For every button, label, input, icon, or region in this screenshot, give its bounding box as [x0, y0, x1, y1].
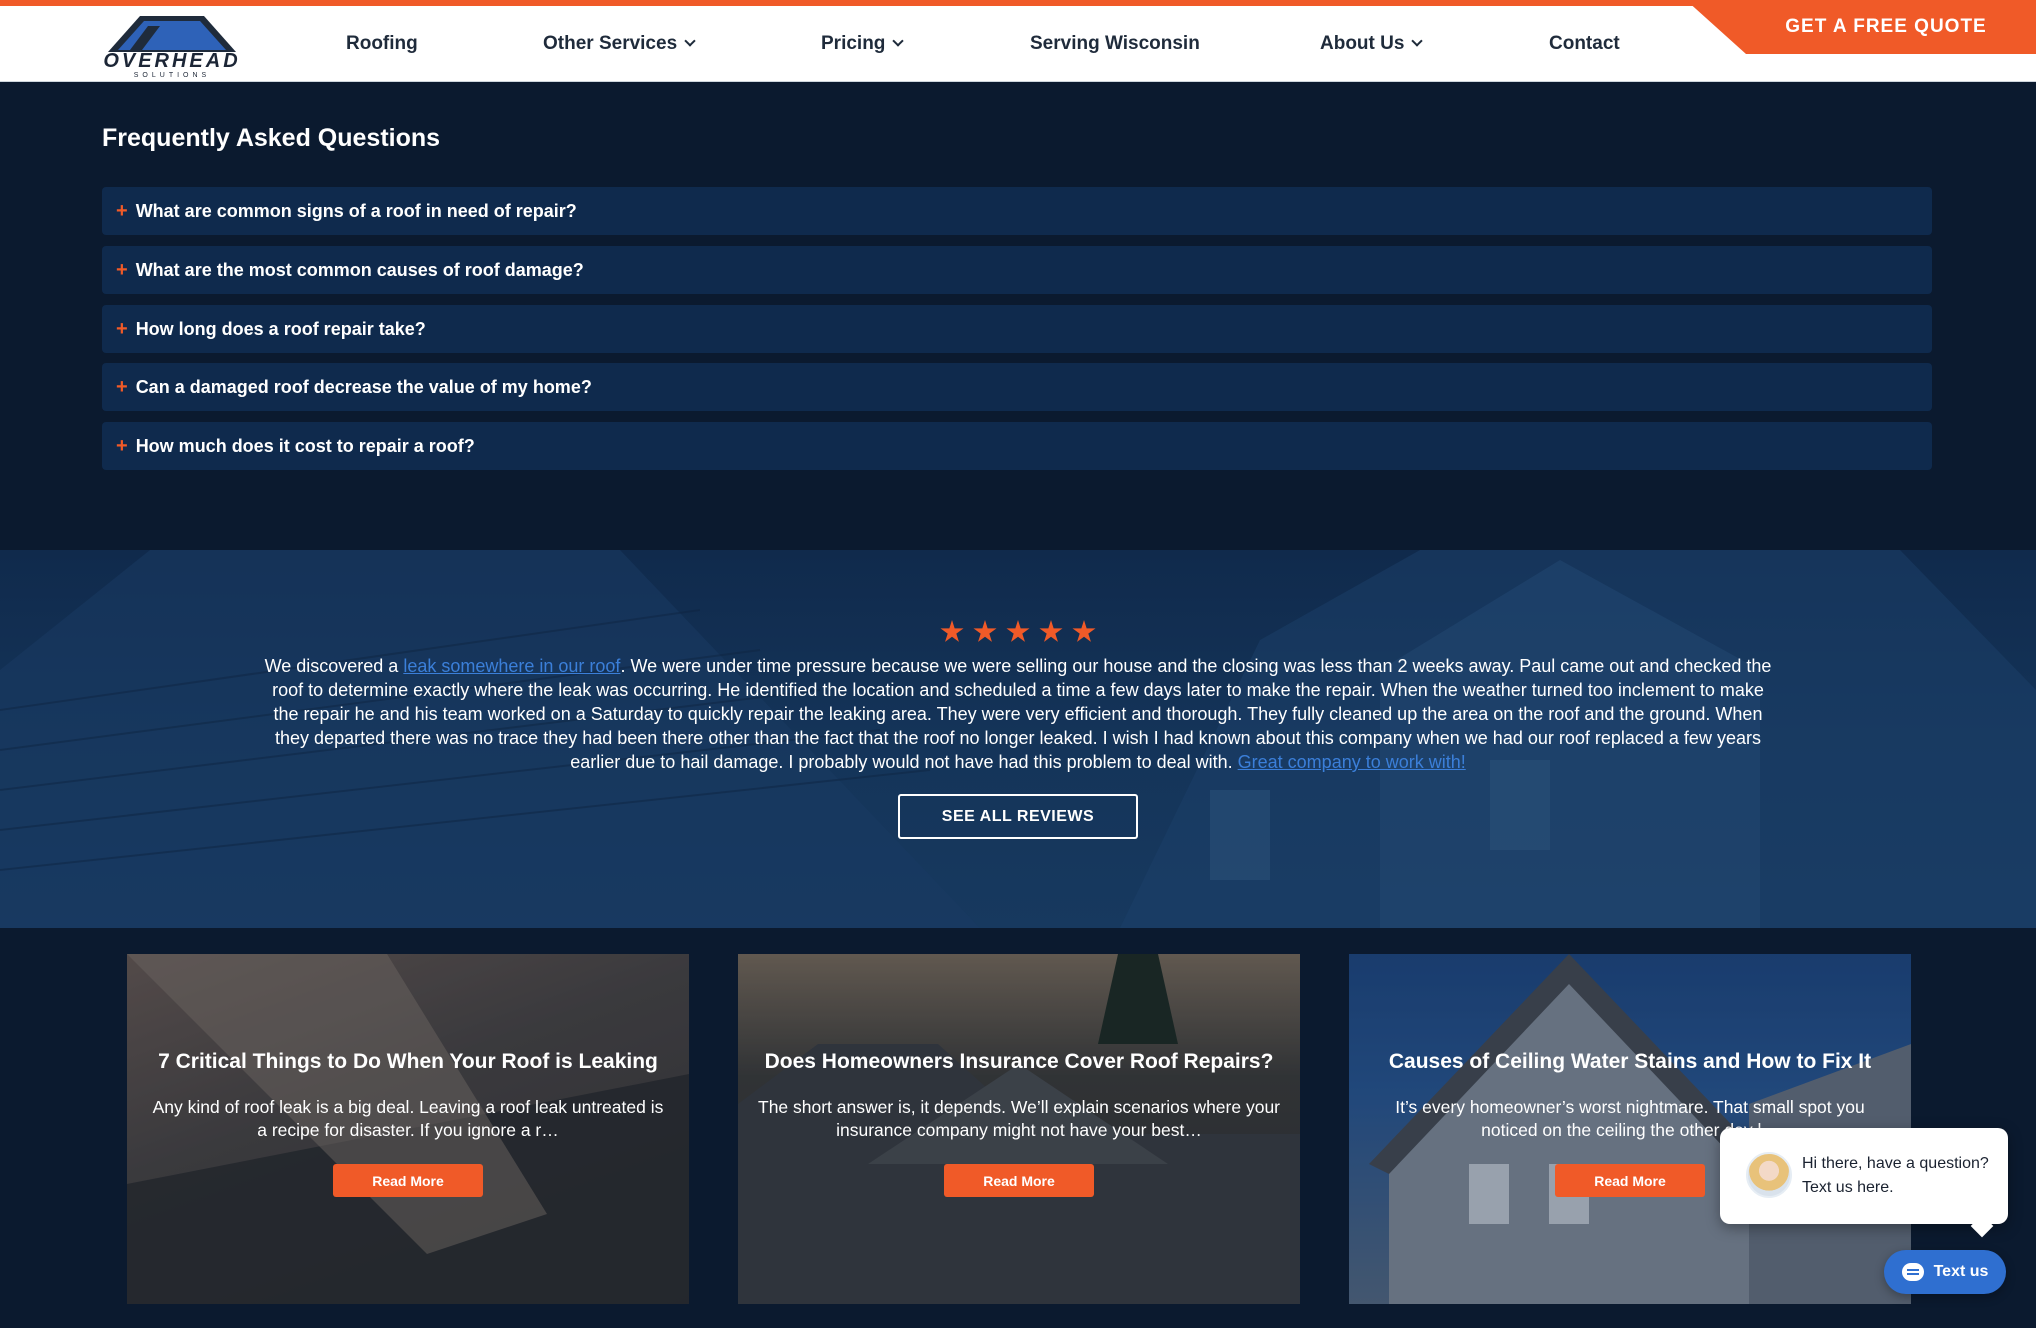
great-company-link[interactable]: Great company to work with!: [1238, 752, 1466, 772]
star-icon: [973, 620, 997, 642]
see-all-reviews-label: SEE ALL REVIEWS: [941, 807, 1095, 825]
chat-icon: [1901, 1263, 1924, 1281]
card-title: Causes of Ceiling Water Stains and How t…: [1388, 1050, 1872, 1073]
chevron-down-icon: [892, 35, 905, 47]
plus-icon: +: [116, 317, 128, 340]
see-all-reviews-button[interactable]: SEE ALL REVIEWS: [898, 794, 1138, 839]
logo[interactable]: OVERHEAD SOLUTIONS: [100, 14, 244, 79]
plus-icon: +: [116, 258, 128, 281]
nav-label: About Us: [1320, 33, 1405, 54]
five-star-rating: [940, 620, 1096, 644]
nav-label: Pricing: [821, 33, 886, 54]
faq-heading: Frequently Asked Questions: [102, 124, 441, 152]
card-excerpt: The short answer is, it depends. We’ll e…: [758, 1097, 1281, 1140]
agent-avatar: [1746, 1152, 1792, 1198]
chevron-down-icon: [684, 35, 696, 47]
chevron-down-icon: [1411, 35, 1424, 47]
faq-item[interactable]: + What are the most common causes of roo…: [102, 246, 1932, 294]
faq-question: How long does a roof repair take?: [135, 318, 426, 339]
read-more-button[interactable]: Read More: [944, 1164, 1094, 1197]
faq-item[interactable]: + How long does a roof repair take?: [102, 305, 1932, 353]
nav-item-other-services[interactable]: Other Services: [543, 6, 696, 82]
testimonial-text: We discovered a leak somewhere in our ro…: [262, 654, 1774, 774]
leak-link[interactable]: leak somewhere in our roof: [403, 656, 620, 676]
nav-label: Other Services: [543, 33, 678, 54]
blog-card[interactable]: 7 Critical Things to Do When Your Roof i…: [127, 954, 689, 1304]
read-more-button[interactable]: Read More: [333, 1164, 483, 1197]
free-quote-button[interactable]: GET A FREE QUOTE: [1686, 0, 2036, 54]
nav-item-about-us[interactable]: About Us: [1320, 6, 1424, 82]
faq-question: What are the most common causes of roof …: [135, 259, 584, 280]
card-title: Does Homeowners Insurance Cover Roof Rep…: [764, 1050, 1274, 1073]
star-icon: [1006, 620, 1030, 642]
nav-item-serving-wisconsin[interactable]: Serving Wisconsin: [1030, 6, 1200, 82]
read-more-button[interactable]: Read More: [1555, 1164, 1705, 1197]
read-more-label: Read More: [983, 1172, 1055, 1189]
card-title: 7 Critical Things to Do When Your Roof i…: [158, 1050, 658, 1073]
nav-item-contact[interactable]: Contact: [1549, 6, 1620, 82]
chat-message: Hi there, have a question? Text us here.: [1802, 1155, 1989, 1196]
faq-question: How much does it cost to repair a roof?: [135, 435, 475, 456]
star-icon: [1072, 620, 1096, 642]
faq-question: Can a damaged roof decrease the value of…: [135, 376, 592, 397]
faq-question: What are common signs of a roof in need …: [135, 200, 577, 221]
read-more-label: Read More: [1594, 1172, 1666, 1189]
plus-icon: +: [116, 434, 128, 457]
plus-icon: +: [116, 199, 128, 222]
testimonial-section: We discovered a leak somewhere in our ro…: [0, 550, 2036, 928]
logo-text: OVERHEAD: [103, 50, 241, 72]
read-more-label: Read More: [372, 1172, 444, 1189]
nav-item-roofing[interactable]: Roofing: [346, 6, 418, 82]
star-icon: [940, 620, 964, 642]
nav-label: Contact: [1549, 33, 1620, 54]
card-excerpt: Any kind of roof leak is a big deal. Lea…: [152, 1097, 664, 1140]
logo-subtext: SOLUTIONS: [133, 72, 211, 79]
nav-label: Serving Wisconsin: [1030, 33, 1200, 54]
testimonial-text-start: We discovered a: [264, 656, 404, 676]
free-quote-label: GET A FREE QUOTE: [1785, 16, 1987, 37]
nav-item-pricing[interactable]: Pricing: [821, 6, 905, 82]
nav-label: Roofing: [346, 33, 418, 54]
faq-item[interactable]: + Can a damaged roof decrease the value …: [102, 363, 1932, 411]
faq-item[interactable]: + What are common signs of a roof in nee…: [102, 187, 1932, 235]
blog-card[interactable]: Does Homeowners Insurance Cover Roof Rep…: [738, 954, 1300, 1304]
plus-icon: +: [116, 375, 128, 398]
text-us-label: Text us: [1933, 1263, 1989, 1280]
star-icon: [1039, 620, 1063, 642]
house-roof-logo-icon: [108, 16, 236, 52]
faq-item[interactable]: + How much does it cost to repair a roof…: [102, 422, 1932, 470]
chat-popup[interactable]: Hi there, have a question? Text us here.: [1720, 1128, 2008, 1224]
text-us-button[interactable]: Text us: [1884, 1250, 2006, 1294]
